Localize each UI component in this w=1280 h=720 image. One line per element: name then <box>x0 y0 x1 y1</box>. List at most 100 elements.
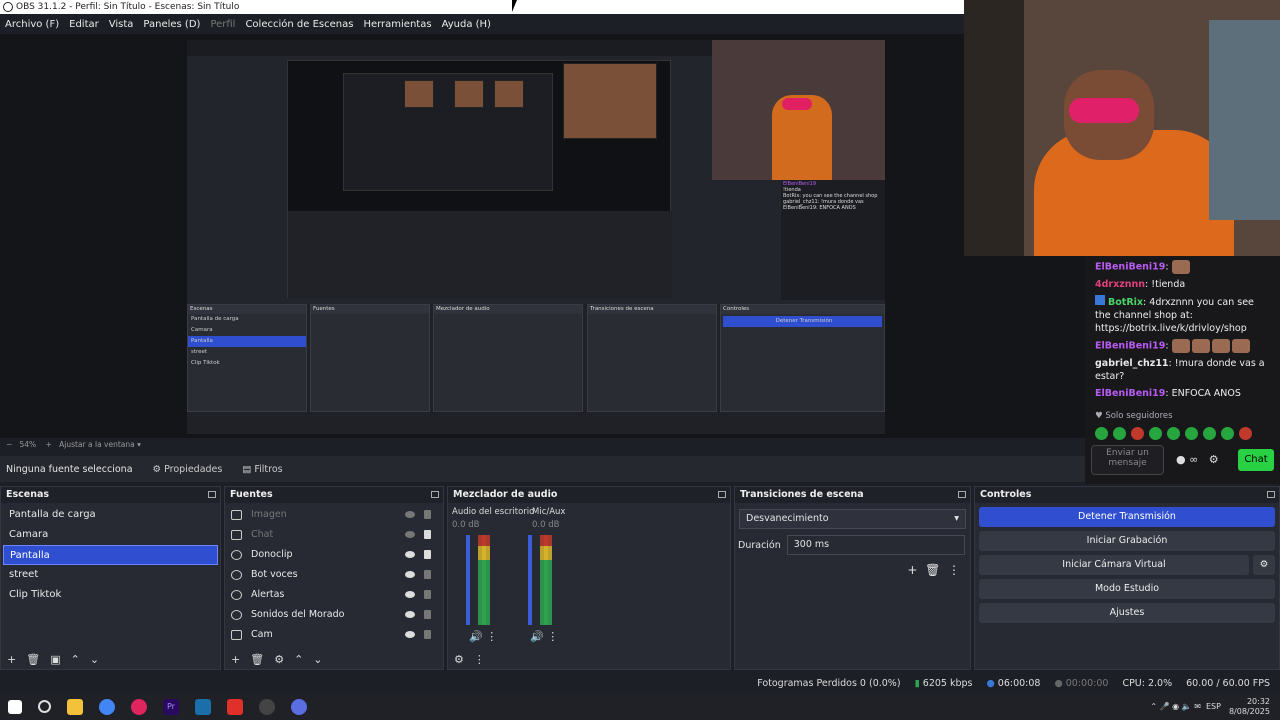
menu-editar[interactable]: Editar <box>69 19 99 30</box>
chat-icons[interactable]: ● ∞ ⚙ <box>1176 453 1219 466</box>
file-explorer-icon[interactable] <box>67 698 83 715</box>
mic-volume-slider[interactable] <box>528 535 532 625</box>
chat-send-button[interactable]: Chat <box>1238 449 1274 471</box>
trash-icon[interactable]: 🗑 <box>925 563 940 577</box>
eye-icon[interactable] <box>405 631 415 638</box>
zoom-out-icon[interactable]: − <box>6 440 12 449</box>
start-recording-button[interactable]: Iniciar Grabación <box>979 531 1275 551</box>
menu-archivo[interactable]: Archivo (F) <box>5 19 59 30</box>
clock[interactable]: 20:32 8/08/2025 <box>1229 697 1270 717</box>
chat-username[interactable]: gabriel_chz11 <box>1095 358 1169 369</box>
properties-button[interactable]: ⚙ Propiedades <box>153 464 223 475</box>
filters-button[interactable]: ▤ Filtros <box>242 464 282 475</box>
menu-herramientas[interactable]: Herramientas <box>363 19 431 30</box>
source-item[interactable]: Alertas <box>225 585 443 605</box>
zoom-fit-dropdown[interactable]: Ajustar a la ventana <box>59 440 135 449</box>
virtual-cam-settings-icon[interactable]: ⚙ <box>1253 555 1275 575</box>
undock-icon[interactable] <box>208 491 216 498</box>
undock-icon[interactable] <box>718 491 726 498</box>
eye-icon[interactable] <box>405 591 415 598</box>
undock-icon[interactable] <box>1267 491 1275 498</box>
webcam-feed <box>964 0 1280 256</box>
chrome-icon[interactable] <box>99 698 115 715</box>
search-icon[interactable] <box>38 700 51 713</box>
trash-icon[interactable]: 🗑 <box>26 653 40 666</box>
image-icon <box>231 510 242 520</box>
lock-icon[interactable] <box>424 530 431 539</box>
eye-icon[interactable] <box>405 611 415 618</box>
media-player-icon[interactable] <box>131 698 147 715</box>
source-item[interactable]: Bot voces <box>225 565 443 585</box>
up-icon[interactable]: ⌃ <box>71 653 80 666</box>
settings-button[interactable]: Ajustes <box>979 603 1275 623</box>
lock-icon[interactable] <box>424 550 431 559</box>
lock-icon[interactable] <box>424 630 431 639</box>
transition-select[interactable]: Desvanecimiento ▾ <box>739 509 966 529</box>
gear-icon[interactable]: ⚙ <box>274 653 284 666</box>
premiere-icon[interactable]: Pr <box>163 698 179 715</box>
duration-input[interactable]: 300 ms <box>786 535 965 555</box>
chat-username[interactable]: ElBeniBeni19 <box>1095 262 1165 273</box>
scene-item-selected[interactable]: Pantalla <box>3 545 218 565</box>
mic-speaker-icon[interactable]: 🔊 ⋮ <box>530 630 558 643</box>
down-icon[interactable]: ⌄ <box>313 653 322 666</box>
scene-item[interactable]: street <box>3 565 218 585</box>
down-icon[interactable]: ⌄ <box>90 653 99 666</box>
undock-icon[interactable] <box>958 491 966 498</box>
discord-icon[interactable] <box>291 698 307 715</box>
menu-coleccion-escenas[interactable]: Colección de Escenas <box>245 19 353 30</box>
desktop-speaker-icon[interactable]: 🔊 ⋮ <box>469 630 497 643</box>
scene-item[interactable]: Clip Tiktok <box>3 585 218 605</box>
source-item[interactable]: Imagen <box>225 505 443 525</box>
lock-icon[interactable] <box>424 590 431 599</box>
menu-perfil[interactable]: Perfil <box>210 19 235 30</box>
obs-taskbar-icon[interactable] <box>259 698 275 715</box>
chat-message: 4drxznnn: !tienda <box>1095 279 1186 290</box>
source-item[interactable]: Donoclip <box>225 545 443 565</box>
studio-mode-button[interactable]: Modo Estudio <box>979 579 1275 599</box>
source-item[interactable]: Sonidos del Morado <box>225 605 443 625</box>
zoom-in-icon[interactable]: + <box>46 440 52 449</box>
add-icon[interactable]: + <box>231 653 240 666</box>
chat-username[interactable]: ElBeniBeni19 <box>1095 388 1165 399</box>
start-virtual-camera-button[interactable]: Iniciar Cámara Virtual <box>979 555 1249 575</box>
mixer-settings-icon[interactable]: ⚙ <box>454 653 464 666</box>
menu-ayuda[interactable]: Ayuda (H) <box>442 19 491 30</box>
chat-username[interactable]: ElBeniBeni19 <box>1095 341 1165 352</box>
add-icon[interactable]: + <box>907 563 917 577</box>
up-icon[interactable]: ⌃ <box>294 653 303 666</box>
source-item[interactable]: Chat <box>225 525 443 545</box>
scene-list: Pantalla de carga Camara Pantalla street… <box>1 503 220 607</box>
stop-streaming-button[interactable]: Detener Transmisión <box>979 507 1275 527</box>
language-indicator[interactable]: ESP <box>1206 702 1221 711</box>
scene-item[interactable]: Pantalla de carga <box>3 505 218 525</box>
menu-paneles[interactable]: Paneles (D) <box>143 19 200 30</box>
menu-dots-icon[interactable]: ⋮ <box>474 653 485 666</box>
emote-icon <box>1211 339 1230 353</box>
lock-icon[interactable] <box>424 610 431 619</box>
windows-start-icon[interactable] <box>8 699 22 714</box>
chat-username[interactable]: BotRix <box>1108 297 1143 308</box>
filter-icon[interactable]: ▣ <box>50 653 60 666</box>
cpu-usage: CPU: 2.0% <box>1122 677 1173 689</box>
lock-icon[interactable] <box>424 570 431 579</box>
app-icon[interactable] <box>227 698 243 715</box>
lock-icon[interactable] <box>424 510 431 519</box>
trash-icon[interactable]: 🗑 <box>250 653 264 666</box>
eye-icon[interactable] <box>405 571 415 578</box>
eye-hidden-icon[interactable] <box>405 531 415 538</box>
menu-dots-icon[interactable]: ⋮ <box>948 563 960 577</box>
undock-icon[interactable] <box>431 491 439 498</box>
chat-input[interactable]: Enviar un mensaje <box>1091 445 1164 475</box>
menu-vista[interactable]: Vista <box>109 19 134 30</box>
scene-item[interactable]: Camara <box>3 525 218 545</box>
desktop-volume-slider[interactable] <box>466 535 470 625</box>
chat-username[interactable]: 4drxznnn <box>1095 279 1145 290</box>
eye-icon[interactable] <box>405 551 415 558</box>
tray-icons[interactable]: ⌃ 🎤 ◉ 🔈 ✉ <box>1150 702 1206 711</box>
eye-hidden-icon[interactable] <box>405 511 415 518</box>
add-icon[interactable]: + <box>7 653 16 666</box>
emote-bar[interactable] <box>1095 427 1270 444</box>
source-item[interactable]: Cam <box>225 625 443 645</box>
steam-icon[interactable] <box>195 698 211 715</box>
